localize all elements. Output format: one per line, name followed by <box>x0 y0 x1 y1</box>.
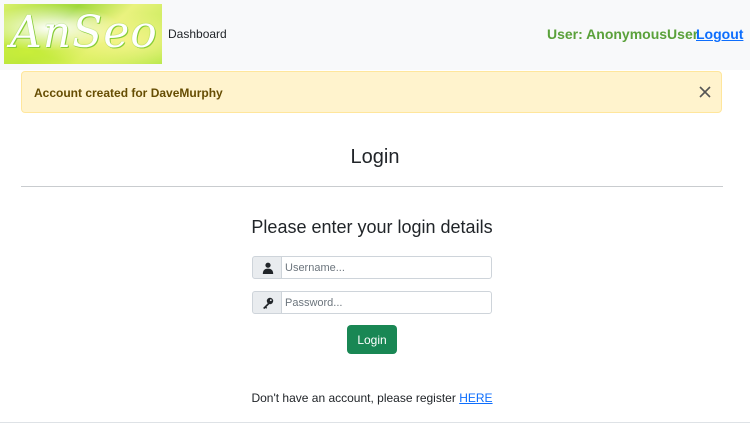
success-alert: Account created for DaveMurphy <box>21 71 722 113</box>
page-title: Login <box>350 146 400 168</box>
key-icon <box>252 291 282 314</box>
register-link[interactable]: HERE <box>459 391 492 405</box>
current-user-label: User: AnonymousUser <box>547 26 699 42</box>
logout-link[interactable]: Logout <box>696 26 743 42</box>
alert-message: Account created for DaveMurphy <box>34 86 223 100</box>
login-button[interactable]: Login <box>347 325 397 354</box>
navbar: AnSeo Dashboard User: AnonymousUser Logo… <box>0 0 750 70</box>
logo-text: AnSeo <box>10 7 158 58</box>
password-input[interactable] <box>281 291 492 314</box>
register-prompt-text: Don't have an account, please register <box>251 391 456 405</box>
username-input[interactable] <box>281 256 492 279</box>
user-icon <box>252 256 282 279</box>
password-group <box>252 291 492 314</box>
brand-logo[interactable]: AnSeo <box>4 4 162 64</box>
title-divider <box>21 186 723 187</box>
form-heading: Please enter your login details <box>251 217 493 237</box>
username-group <box>252 256 492 279</box>
bottom-divider <box>0 422 750 423</box>
close-icon[interactable] <box>696 83 714 101</box>
register-prompt: Don't have an account, please register H… <box>0 391 744 405</box>
nav-link-dashboard[interactable]: Dashboard <box>168 27 227 41</box>
